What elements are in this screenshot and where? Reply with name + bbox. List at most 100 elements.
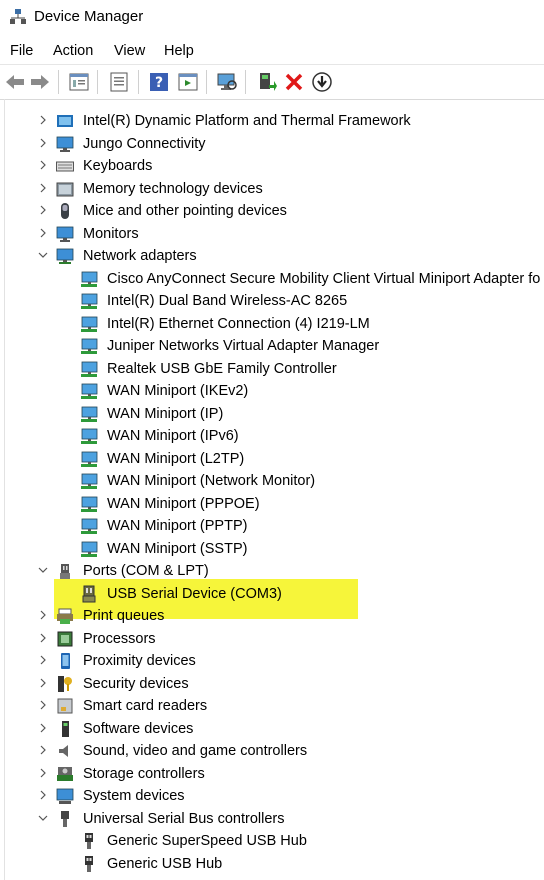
tree-device-item[interactable]: WAN Miniport (IP) <box>60 403 544 425</box>
tree-category-smart-card-readers[interactable]: Smart card readers <box>36 695 544 717</box>
chevron-down-icon[interactable] <box>36 562 50 578</box>
tree-item-label: Jungo Connectivity <box>83 135 206 152</box>
tree-item-label: WAN Miniport (L2TP) <box>107 450 245 467</box>
adapter-icon <box>81 361 98 377</box>
tree-device-item[interactable]: WAN Miniport (L2TP) <box>60 448 544 470</box>
enable-device-icon[interactable] <box>256 71 278 93</box>
tree-item-label: System devices <box>83 788 185 804</box>
tree-category-keyboards[interactable]: Keyboards <box>36 155 544 177</box>
tree-device-item[interactable]: Intel(R) Dual Band Wireless-AC 8265 <box>60 290 544 312</box>
device-manager-icon <box>10 9 26 24</box>
title-bar: Device Manager <box>0 0 544 36</box>
chevron-right-icon[interactable] <box>36 135 50 151</box>
network-monitor-icon <box>56 136 74 152</box>
tree-device-item[interactable]: WAN Miniport (PPPOE) <box>60 493 544 515</box>
adapter-icon <box>81 541 98 557</box>
tree-category-system-devices[interactable]: System devices <box>36 785 544 807</box>
chevron-right-icon[interactable] <box>36 180 50 196</box>
mouse-icon <box>61 203 69 219</box>
adapter-icon <box>81 293 98 309</box>
storage-icon <box>57 766 73 781</box>
adapter-icon <box>81 316 98 332</box>
chevron-right-icon[interactable] <box>36 202 50 218</box>
chevron-right-icon[interactable] <box>36 675 50 691</box>
menu-help[interactable]: Help <box>164 43 194 59</box>
tree-category-jungo-connectivity[interactable]: Jungo Connectivity <box>36 133 544 155</box>
tree-device-item[interactable]: Realtek USB GbE Family Controller <box>60 358 544 380</box>
tree-device-item[interactable]: Cisco AnyConnect Secure Mobility Client … <box>60 268 544 290</box>
tree-item-label: WAN Miniport (PPPOE) <box>107 495 260 512</box>
download-icon[interactable] <box>311 71 333 93</box>
tree-device-item[interactable]: WAN Miniport (SSTP) <box>60 538 544 560</box>
memory-icon <box>56 182 74 196</box>
tree-device-item[interactable]: WAN Miniport (PPTP) <box>60 515 544 537</box>
chevron-right-icon[interactable] <box>36 225 50 241</box>
tree-item-label: Universal Serial Bus controllers <box>83 810 285 827</box>
tree-device-item[interactable]: Intel(R) Ethernet Connection (4) I219-LM <box>60 313 544 335</box>
tree-device-item[interactable]: Generic USB Hub <box>60 853 544 875</box>
tree-item-label: WAN Miniport (SSTP) <box>107 540 248 557</box>
adapter-icon <box>81 406 98 422</box>
help-icon[interactable]: ? <box>148 71 170 93</box>
tree-item-label: Monitors <box>83 225 139 242</box>
tree-device-item[interactable]: Juniper Networks Virtual Adapter Manager <box>60 335 544 357</box>
properties-icon[interactable] <box>68 71 90 93</box>
tree-item-label: Cisco AnyConnect Secure Mobility Client … <box>107 270 541 287</box>
tree-category-memory-technology-devices[interactable]: Memory technology devices <box>36 178 544 200</box>
update-driver-icon[interactable] <box>108 71 130 93</box>
adapter-icon <box>81 518 98 534</box>
tree-item-label: Software devices <box>83 720 194 737</box>
printer-icon <box>57 608 73 624</box>
tree-category-universal-serial-bus-controllers[interactable]: Universal Serial Bus controllers <box>36 808 544 830</box>
chevron-right-icon[interactable] <box>36 652 50 668</box>
view-icon[interactable] <box>177 71 199 93</box>
tree-device-item[interactable]: WAN Miniport (IKEv2) <box>60 380 544 402</box>
tree-device-item[interactable]: Generic SuperSpeed USB Hub <box>60 830 544 852</box>
tree-category-proximity-devices[interactable]: Proximity devices <box>36 650 544 672</box>
tree-device-item[interactable]: USB Serial Device (COM3) <box>60 583 544 605</box>
menu-view[interactable]: View <box>114 43 145 59</box>
tree-device-item[interactable]: WAN Miniport (Network Monitor) <box>60 470 544 492</box>
chevron-right-icon[interactable] <box>36 157 50 173</box>
chevron-right-icon[interactable] <box>36 742 50 758</box>
smart-card-icon <box>57 698 73 714</box>
tree-item-label: Realtek USB GbE Family Controller <box>107 360 337 377</box>
tree-device-item[interactable]: WAN Miniport (IPv6) <box>60 425 544 447</box>
adapter-icon <box>81 473 98 489</box>
chevron-right-icon[interactable] <box>36 697 50 713</box>
toolbar-separator <box>58 70 59 94</box>
chevron-right-icon[interactable] <box>36 630 50 646</box>
chevron-right-icon[interactable] <box>36 720 50 736</box>
tree-category-storage-controllers[interactable]: Storage controllers <box>36 763 544 785</box>
back-icon[interactable] <box>4 71 26 93</box>
menu-file[interactable]: File <box>10 43 33 59</box>
tree-item-label: Processors <box>83 630 156 647</box>
chevron-down-icon[interactable] <box>36 810 50 826</box>
tree-category-sound-video-and-game-controllers[interactable]: Sound, video and game controllers <box>36 740 544 762</box>
device-tree[interactable]: Intel(R) Dynamic Platform and Thermal Fr… <box>0 99 544 880</box>
tree-category-software-devices[interactable]: Software devices <box>36 718 544 740</box>
forward-icon[interactable] <box>29 71 51 93</box>
tree-item-label: WAN Miniport (PPTP) <box>107 518 248 534</box>
tree-item-label: Intel(R) Ethernet Connection (4) I219-LM <box>107 315 370 332</box>
chevron-down-icon[interactable] <box>36 247 50 263</box>
chevron-right-icon[interactable] <box>36 787 50 803</box>
chevron-right-icon[interactable] <box>36 765 50 781</box>
tree-category-processors[interactable]: Processors <box>36 628 544 650</box>
uninstall-icon[interactable] <box>283 71 305 93</box>
tree-category-intel-r-dynamic-platform-and-thermal-framework[interactable]: Intel(R) Dynamic Platform and Thermal Fr… <box>36 110 544 132</box>
tree-category-network-adapters[interactable]: Network adapters <box>36 245 544 267</box>
adapter-icon <box>81 428 98 444</box>
toolbar-separator <box>97 70 98 94</box>
scan-hardware-icon[interactable] <box>216 71 238 93</box>
chevron-right-icon[interactable] <box>36 112 50 128</box>
tree-category-ports-com-lpt[interactable]: Ports (COM & LPT) <box>36 560 544 582</box>
chevron-right-icon[interactable] <box>36 607 50 623</box>
tree-category-monitors[interactable]: Monitors <box>36 223 544 245</box>
tree-category-mice-and-other-pointing-devices[interactable]: Mice and other pointing devices <box>36 200 544 222</box>
tree-category-print-queues[interactable]: Print queues <box>36 605 544 627</box>
monitor-icon <box>56 226 74 242</box>
tree-item-label: Storage controllers <box>83 765 205 782</box>
tree-category-security-devices[interactable]: Security devices <box>36 673 544 695</box>
menu-action[interactable]: Action <box>53 43 93 59</box>
